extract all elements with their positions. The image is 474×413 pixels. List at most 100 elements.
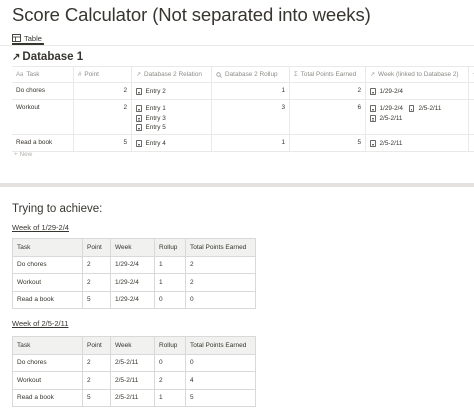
- page-icon: [136, 140, 142, 148]
- relation-link[interactable]: 2/5-2/11: [370, 114, 402, 124]
- header-cell: Point: [82, 238, 111, 257]
- cell-point[interactable]: 2: [74, 100, 132, 134]
- cell-week[interactable]: 1/29-2/4 2/5-2/11 2/5-2/11: [366, 100, 469, 134]
- table-row[interactable]: Read a book 5 Entry 4 1 5 2/5-2/11: [12, 135, 474, 152]
- column-header-total-points[interactable]: Σ Total Points Earned: [290, 67, 366, 82]
- table-row: Do chores 2 1/29-2/4 1 2: [12, 255, 256, 274]
- column-header-relation[interactable]: ↗ Database 2 Relation: [132, 67, 212, 82]
- page-icon: [370, 88, 376, 96]
- goal-table-week-2: Task Point Week Rollup Total Points Earn…: [12, 336, 256, 407]
- cell: 0: [185, 290, 256, 309]
- text-property-icon: Aa: [16, 71, 24, 78]
- cell: 5: [185, 388, 256, 407]
- relation-property-icon: ↗: [136, 72, 142, 78]
- cell: 2: [185, 273, 256, 292]
- cell: 2: [82, 353, 111, 372]
- relation-label: 1/29-2/4: [379, 88, 403, 96]
- cell: Read a book: [12, 388, 83, 407]
- cell: 2/5-2/11: [110, 353, 155, 372]
- header-cell: Total Points Earned: [185, 238, 256, 257]
- header-cell: Week: [110, 336, 155, 355]
- cell-task[interactable]: Do chores: [12, 83, 74, 99]
- cell: 5: [82, 290, 111, 309]
- column-label: Database 2 Relation: [144, 71, 202, 78]
- relation-link[interactable]: 2/5-2/11: [408, 104, 441, 114]
- relation-label: Entry 3: [145, 114, 166, 122]
- header-cell: Point: [82, 336, 111, 355]
- page-icon: [370, 114, 376, 122]
- week-label: Week of 1/29-2/4: [12, 223, 69, 232]
- page-icon: [408, 105, 415, 113]
- relation-link[interactable]: Entry 3: [136, 114, 207, 124]
- header-cell: Rollup: [154, 238, 186, 257]
- relation-link[interactable]: Entry 1: [136, 104, 207, 114]
- cell-task[interactable]: Workout: [12, 100, 74, 134]
- cell-relation[interactable]: Entry 2: [132, 83, 212, 99]
- column-label: Database 2 Rollup: [225, 71, 278, 78]
- column-header-week[interactable]: ↗ Week (linked to Database 2): [366, 67, 469, 82]
- formula-property-icon: Σ: [294, 71, 298, 78]
- cell: 4: [185, 371, 256, 390]
- cell: 0: [154, 353, 186, 372]
- number-property-icon: #: [78, 71, 82, 78]
- cell: 1/29-2/4: [110, 273, 155, 292]
- table-header-row: Task Point Week Rollup Total Points Earn…: [12, 238, 256, 257]
- add-column-button[interactable]: +: [469, 67, 474, 82]
- relation-link[interactable]: Entry 4: [136, 139, 207, 149]
- relation-link[interactable]: Entry 2: [136, 87, 207, 97]
- header-cell: Week: [110, 238, 155, 257]
- column-header-point[interactable]: # Point: [74, 67, 132, 82]
- table-row: Workout 2 2/5-2/11 2 4: [12, 371, 256, 390]
- header-cell: Task: [12, 238, 83, 257]
- new-row-button[interactable]: + New: [14, 151, 32, 158]
- table-row[interactable]: Workout 2 Entry 1 Entry 3 Entry 5 3 6 1/…: [12, 100, 474, 135]
- relation-label: 2/5-2/11: [379, 140, 403, 148]
- cell-rollup[interactable]: 3: [212, 100, 290, 134]
- cell-relation[interactable]: Entry 1 Entry 3 Entry 5: [132, 100, 212, 134]
- cell: 0: [185, 353, 256, 372]
- column-label: Point: [84, 71, 99, 78]
- cell-total-points[interactable]: 2: [290, 83, 366, 99]
- table-header-row: Task Point Week Rollup Total Points Earn…: [12, 336, 256, 355]
- cell: 2: [82, 371, 111, 390]
- section-separator: [0, 183, 474, 187]
- column-label: Total Points Earned: [300, 71, 357, 78]
- relation-link[interactable]: Entry 5: [136, 123, 207, 133]
- relation-property-icon: ↗: [370, 72, 376, 78]
- cell: 1/29-2/4: [110, 290, 155, 309]
- cell-rollup[interactable]: 1: [212, 135, 290, 151]
- table-row: Read a book 5 2/5-2/11 1 5: [12, 388, 256, 407]
- cell-week[interactable]: 1/29-2/4: [366, 83, 469, 99]
- cell-total-points[interactable]: 5: [290, 135, 366, 151]
- search-icon: [216, 71, 222, 78]
- table-header-row: Aa Task # Point ↗ Database 2 Relation Datab…: [12, 66, 474, 83]
- relation-link[interactable]: 1/29-2/4: [370, 87, 464, 97]
- database-title-text: Database 1: [22, 51, 84, 63]
- cell: 2: [82, 255, 111, 274]
- cell-point[interactable]: 5: [74, 135, 132, 151]
- row-spacer: [469, 100, 474, 134]
- page-icon: [136, 88, 142, 96]
- cell: 1: [154, 255, 186, 274]
- column-header-task[interactable]: Aa Task: [12, 67, 74, 82]
- column-header-rollup[interactable]: Database 2 Rollup: [212, 67, 290, 82]
- table-row[interactable]: Do chores 2 Entry 2 1 2 1/29-2/4: [12, 83, 474, 100]
- cell-point[interactable]: 2: [74, 83, 132, 99]
- relation-link[interactable]: 2/5-2/11: [370, 139, 464, 149]
- page-icon: [136, 105, 142, 113]
- cell: 2: [82, 273, 111, 292]
- cell-rollup[interactable]: 1: [212, 83, 290, 99]
- database-title[interactable]: ↗ Database 1: [12, 51, 83, 63]
- cell: 2/5-2/11: [110, 388, 155, 407]
- cell-task[interactable]: Read a book: [12, 135, 74, 151]
- cell-relation[interactable]: Entry 4: [132, 135, 212, 151]
- relation-link[interactable]: 1/29-2/4: [370, 104, 403, 114]
- table-row: Read a book 5 1/29-2/4 0 0: [12, 290, 256, 309]
- cell: 1: [154, 388, 186, 407]
- column-label: Task: [26, 71, 40, 78]
- relation-label: Entry 2: [145, 88, 166, 96]
- tab-label: Table: [24, 33, 42, 43]
- cell-total-points[interactable]: 6: [290, 100, 366, 134]
- cell-week[interactable]: 2/5-2/11: [366, 135, 469, 151]
- database-table: Aa Task # Point ↗ Database 2 Relation Datab…: [12, 66, 474, 152]
